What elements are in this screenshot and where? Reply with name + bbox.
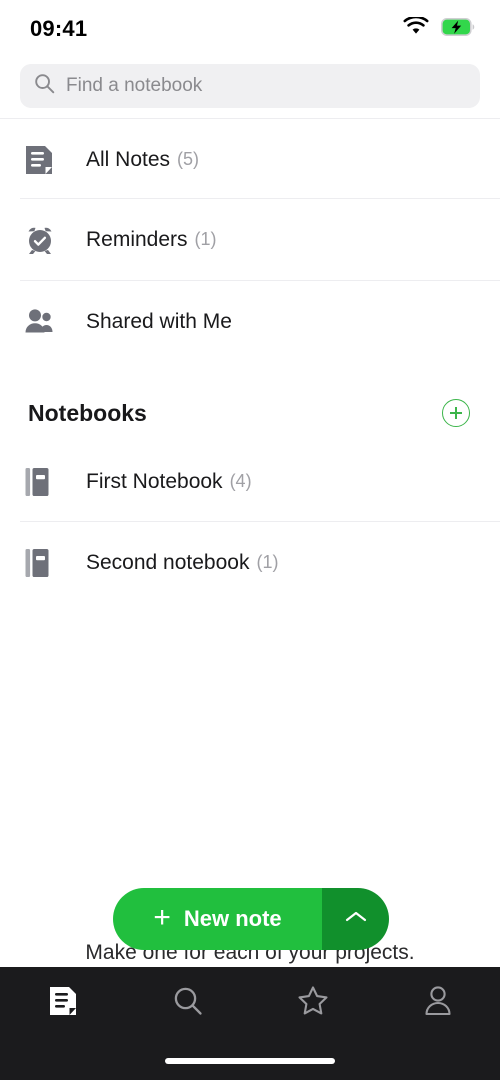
sidebar-item-reminders[interactable]: Reminders (1)	[0, 199, 500, 280]
search-input[interactable]	[66, 75, 466, 97]
tab-notes[interactable]	[0, 985, 125, 1022]
tab-account[interactable]	[375, 985, 500, 1022]
sidebar-item-shared-with-me[interactable]: Shared with Me	[0, 281, 500, 362]
new-note-label: New note	[183, 906, 282, 931]
section-title: Notebooks	[28, 399, 147, 426]
search-icon	[172, 985, 204, 1022]
star-icon	[297, 985, 329, 1021]
status-bar: 09:41	[0, 0, 500, 58]
notebook-label: First Notebook	[86, 469, 223, 493]
sidebar-item-all-notes[interactable]: All Notes (5)	[0, 119, 500, 200]
sidebar-item-count: (5)	[177, 149, 200, 169]
bottom-tab-bar	[0, 967, 500, 1080]
app-screen: 09:41 Find a notebook All Notes (5) Remi…	[0, 0, 500, 1080]
notebook-count: (1)	[256, 552, 279, 572]
note-icon	[48, 985, 78, 1022]
notebook-label: Second notebook	[86, 550, 250, 574]
notebook-item-second-notebook[interactable]: Second notebook (1)	[0, 522, 500, 603]
search-icon	[34, 73, 55, 99]
home-indicator	[165, 1058, 335, 1064]
alarm-check-icon	[24, 224, 64, 256]
new-note-main[interactable]: + New note	[113, 888, 322, 950]
notebook-icon	[24, 466, 64, 498]
notebook-count: (4)	[229, 471, 252, 491]
note-icon	[24, 144, 64, 176]
notebooks-section-header: Notebooks	[0, 388, 500, 438]
search-bar[interactable]	[20, 64, 480, 108]
sidebar-item-label: Reminders	[86, 227, 188, 251]
tab-shortcuts[interactable]	[250, 985, 375, 1021]
plus-icon: +	[153, 900, 171, 934]
status-time: 09:41	[30, 16, 88, 41]
sidebar-item-label: All Notes	[86, 147, 171, 171]
plus-circle-icon[interactable]	[442, 399, 470, 427]
wifi-icon	[403, 15, 429, 41]
people-icon	[24, 308, 64, 336]
person-icon	[423, 985, 453, 1022]
sidebar-item-label: Shared with Me	[86, 309, 232, 333]
sidebar-item-count: (1)	[194, 229, 217, 249]
notebook-item-first-notebook[interactable]: First Notebook (4)	[0, 441, 500, 522]
notebook-icon	[24, 547, 64, 579]
status-indicators	[403, 15, 476, 41]
new-note-expand-button[interactable]	[322, 888, 389, 950]
search-container	[20, 64, 480, 108]
battery-charging-icon	[441, 17, 476, 41]
new-note-button[interactable]: + New note	[113, 888, 389, 950]
tab-search[interactable]	[125, 985, 250, 1022]
chevron-up-icon	[344, 909, 368, 929]
